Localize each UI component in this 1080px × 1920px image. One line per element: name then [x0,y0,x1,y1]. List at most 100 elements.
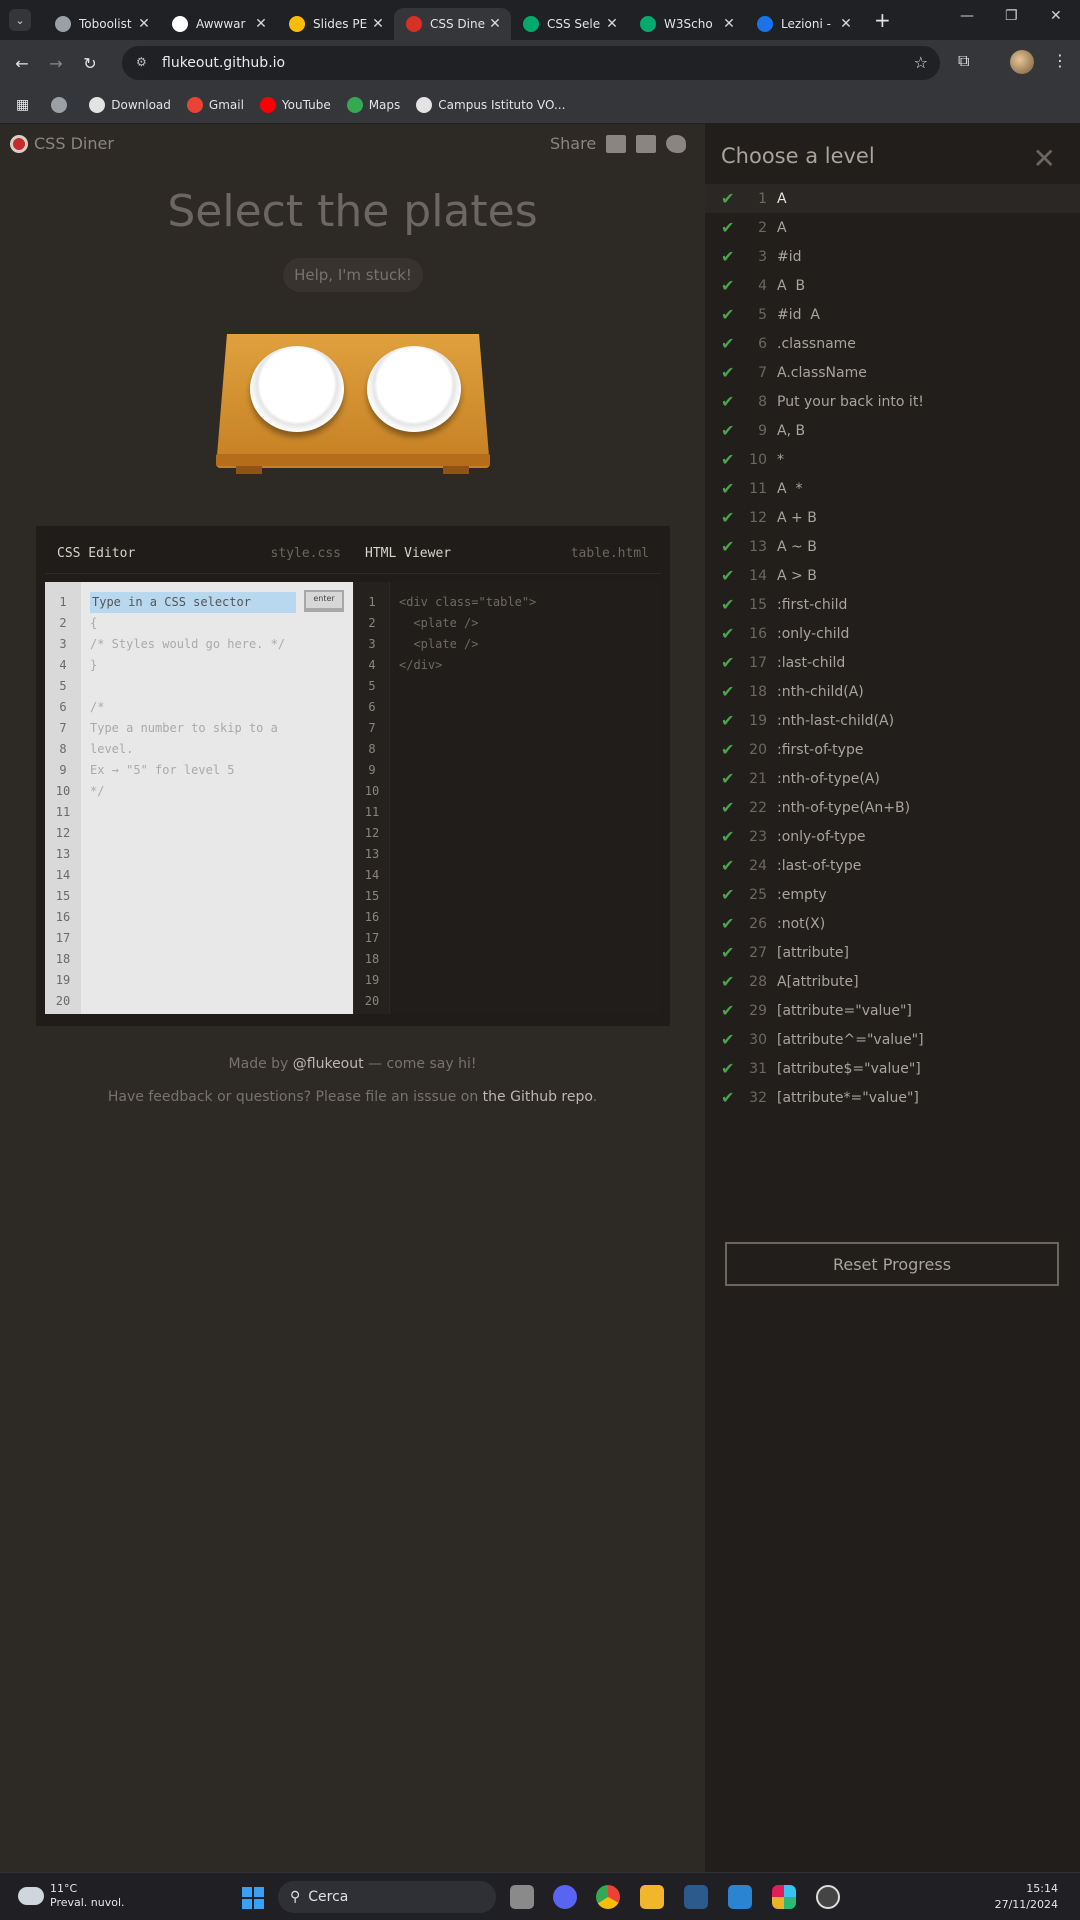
twitter-icon[interactable] [666,134,687,153]
level-item[interactable]: ✔ 29 [attribute="value"] [705,996,1080,1025]
level-item[interactable]: ✔ 9 A, B [705,416,1080,445]
tab-close-icon[interactable]: ✕ [136,16,152,32]
tab-close-icon[interactable]: ✕ [604,16,620,32]
level-item[interactable]: ✔ 24:last-of-type [705,851,1080,880]
tab-search-button[interactable]: ⌄ [9,9,31,31]
css-diner-logo[interactable]: CSS Diner [10,134,114,153]
level-item[interactable]: ✔ 11 A * [705,474,1080,503]
forward-button[interactable]: → [44,54,68,73]
browser-tab[interactable]: CSS Dine ✕ [394,8,511,40]
level-item[interactable]: ✔ 30 [attribute^="value"] [705,1025,1080,1054]
new-tab-button[interactable]: + [874,8,891,32]
plate[interactable] [250,346,344,432]
tab-close-icon[interactable]: ✕ [253,16,269,32]
discord-icon[interactable] [553,1885,577,1909]
browser-tab[interactable]: Toboolist ✕ [43,8,160,40]
level-item[interactable]: ✔ 26:not(X) [705,909,1080,938]
reload-button[interactable]: ↻ [78,54,102,73]
tab-title: Lezioni - [781,17,831,31]
minimize-button[interactable]: — [960,8,974,24]
level-item[interactable]: ✔ 2 A [705,213,1080,242]
level-item[interactable]: ✔ 7 A.className [705,358,1080,387]
level-item[interactable]: ✔ 22:nth-of-type(An+B) [705,793,1080,822]
vscode-icon[interactable] [728,1885,752,1909]
level-item[interactable]: ✔ 5 #id A [705,300,1080,329]
bookmark-item[interactable] [51,96,73,113]
check-icon: ✔ [721,363,735,382]
chrome-icon[interactable] [596,1885,620,1909]
level-item[interactable]: ✔ 31 [attribute$="value"] [705,1054,1080,1083]
level-item[interactable]: ✔ 4 A B [705,271,1080,300]
level-item[interactable]: ✔ 6 .classname [705,329,1080,358]
start-icon[interactable] [242,1887,264,1909]
close-icon[interactable]: ✕ [1033,142,1056,175]
level-name: :only-child [777,625,850,642]
system-clock[interactable]: 15:14 27/11/2024 [995,1881,1058,1913]
bookmark-item[interactable]: Maps [346,96,400,113]
bookmark-item[interactable]: Campus Istituto VO... [416,96,565,113]
level-item[interactable]: ✔ 16:only-child [705,619,1080,648]
level-item[interactable]: ✔ 12 A + B [705,503,1080,532]
browser-tab[interactable]: CSS Sele ✕ [511,8,628,40]
level-item[interactable]: ✔ 3 #id [705,242,1080,271]
help-button[interactable]: Help, I'm stuck! [283,258,423,292]
tab-close-icon[interactable]: ✕ [370,16,386,32]
browser-tab[interactable]: Slides PE ✕ [277,8,394,40]
level-item[interactable]: ✔ 10 * [705,445,1080,474]
facebook-icon[interactable] [636,134,657,153]
taskbar-search[interactable]: ⚲ Cerca [278,1881,496,1913]
bookmark-item[interactable]: YouTube [259,96,331,113]
tab-close-icon[interactable]: ✕ [838,16,854,32]
search-icon: ⚲ [290,1889,301,1905]
email-icon[interactable] [606,134,627,153]
level-item[interactable]: ✔ 8 Put your back into it! [705,387,1080,416]
level-item[interactable]: ✔ 28 A[attribute] [705,967,1080,996]
level-name: :nth-of-type(An+B) [777,799,911,816]
menu-dots-icon[interactable]: ⋮ [1052,51,1068,70]
file-explorer-icon[interactable] [640,1885,664,1909]
bookmark-item[interactable]: Download [89,96,171,113]
level-item[interactable]: ✔ 21:nth-of-type(A) [705,764,1080,793]
level-item[interactable]: ✔ 18:nth-child(A) [705,677,1080,706]
restore-button[interactable]: ❐ [1005,8,1018,24]
level-item[interactable]: ✔ 25:empty [705,880,1080,909]
mysql-workbench-icon[interactable] [684,1885,708,1909]
bookmark-star-icon[interactable]: ☆ [914,53,928,72]
site-info-icon[interactable]: ⚙ [136,55,152,71]
media-player-icon[interactable] [816,1885,840,1909]
css-selector-input[interactable]: Type in a CSS selector [90,592,296,613]
level-item[interactable]: ✔ 15:first-child [705,590,1080,619]
close-window-button[interactable]: ✕ [1050,8,1062,24]
level-item[interactable]: ✔ 27 [attribute] [705,938,1080,967]
apps-grid-icon[interactable]: ▦ [16,97,29,113]
level-item[interactable]: ✔ 1 A [705,184,1080,213]
task-view-icon[interactable] [510,1885,534,1909]
tab-close-icon[interactable]: ✕ [721,16,737,32]
level-item[interactable]: ✔ 23:only-of-type [705,822,1080,851]
level-item[interactable]: ✔ 19:nth-last-child(A) [705,706,1080,735]
level-item[interactable]: ✔ 32 [attribute*="value"] [705,1083,1080,1112]
level-item[interactable]: ✔ 17:last-child [705,648,1080,677]
table-edge [216,454,490,466]
address-bar[interactable]: ⚙ flukeout.github.io ☆ [122,46,940,80]
level-item[interactable]: ✔ 13 A ~ B [705,532,1080,561]
browser-tab[interactable]: W3Scho ✕ [628,8,745,40]
enter-button[interactable]: enter [304,590,344,612]
back-button[interactable]: ← [10,54,34,73]
check-icon: ✔ [721,537,735,556]
level-item[interactable]: ✔ 14 A > B [705,561,1080,590]
plate[interactable] [367,346,461,432]
tab-close-icon[interactable]: ✕ [487,16,503,32]
author-link[interactable]: @flukeout [293,1056,364,1072]
browser-tab[interactable]: Lezioni - ✕ [745,8,862,40]
html-markup[interactable]: <div class="table"> <plate /> <plate /> … [399,592,536,676]
extensions-icon[interactable]: ⧉ [958,51,969,71]
reset-progress-button[interactable]: Reset Progress [725,1242,1059,1286]
bookmark-item[interactable]: Gmail [186,96,244,113]
profile-avatar[interactable] [1010,50,1034,74]
browser-tab[interactable]: Awwwar ✕ [160,8,277,40]
github-repo-link[interactable]: the Github repo [483,1089,593,1105]
level-item[interactable]: ✔ 20:first-of-type [705,735,1080,764]
slack-icon[interactable] [772,1885,796,1909]
weather-widget[interactable]: 11°C Preval. nuvol. [18,1882,125,1910]
